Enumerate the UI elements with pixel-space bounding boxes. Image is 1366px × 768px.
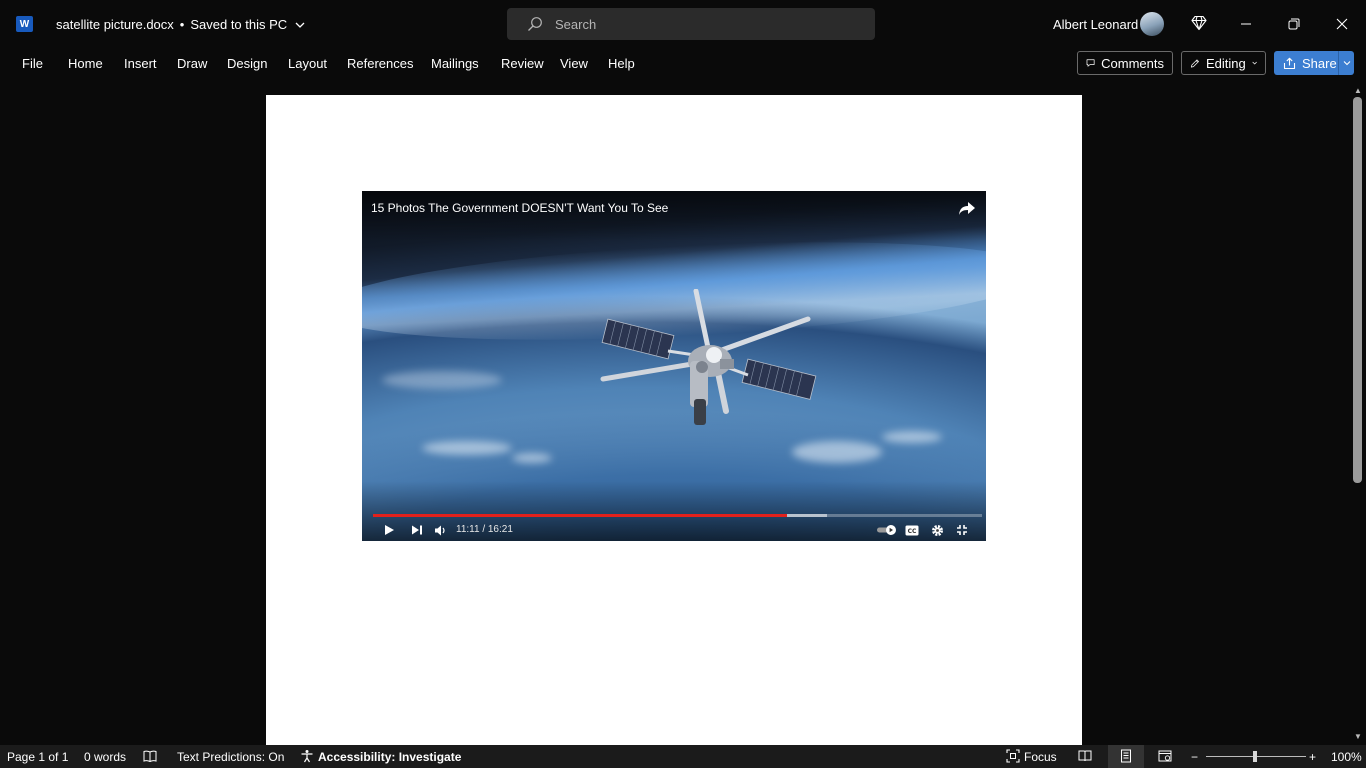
document-page[interactable]: 15 Photos The Government DOESN'T Want Yo… bbox=[266, 95, 1082, 745]
accessibility-status[interactable]: Accessibility: Investigate bbox=[318, 750, 461, 764]
tab-home[interactable]: Home bbox=[68, 56, 103, 71]
captions-icon: CC bbox=[905, 525, 919, 535]
avatar[interactable] bbox=[1140, 12, 1164, 36]
read-mode-icon[interactable] bbox=[1078, 749, 1092, 763]
scroll-down-icon[interactable]: ▼ bbox=[1354, 732, 1362, 741]
video-progress-bar[interactable] bbox=[373, 514, 982, 517]
pencil-icon bbox=[1190, 59, 1199, 68]
share-dropdown[interactable] bbox=[1338, 51, 1354, 75]
chevron-down-icon bbox=[1252, 61, 1257, 65]
share-label: Share bbox=[1302, 55, 1337, 71]
tab-mailings[interactable]: Mailings bbox=[431, 56, 479, 71]
video-played-bar bbox=[373, 514, 787, 517]
tab-references[interactable]: References bbox=[347, 56, 413, 71]
editing-mode-button[interactable]: Editing bbox=[1181, 51, 1266, 75]
cloud bbox=[792, 441, 882, 463]
minimize-icon bbox=[1241, 23, 1251, 25]
scroll-up-icon[interactable]: ▲ bbox=[1354, 86, 1362, 95]
video-top-shade bbox=[362, 191, 986, 241]
share-button[interactable]: Share bbox=[1274, 51, 1354, 75]
minimize-button[interactable] bbox=[1234, 12, 1258, 36]
zoom-level[interactable]: 100% bbox=[1331, 750, 1362, 764]
zoom-slider-thumb[interactable] bbox=[1253, 751, 1257, 762]
autoplay-toggle-icon bbox=[877, 525, 896, 535]
accessibility-icon[interactable] bbox=[300, 749, 314, 763]
chevron-down-icon bbox=[1343, 61, 1350, 66]
document-title[interactable]: satellite picture.docx • Saved to this P… bbox=[56, 17, 305, 32]
close-icon bbox=[1336, 18, 1348, 30]
cloud bbox=[382, 371, 502, 389]
editing-label: Editing bbox=[1205, 55, 1246, 71]
comments-label: Comments bbox=[1101, 55, 1164, 71]
settings-button[interactable] bbox=[929, 522, 945, 538]
video-title[interactable]: 15 Photos The Government DOESN'T Want Yo… bbox=[371, 201, 668, 215]
volume-button[interactable] bbox=[432, 522, 448, 538]
word-count[interactable]: 0 words bbox=[84, 750, 126, 764]
zoom-out-button[interactable]: − bbox=[1191, 750, 1198, 764]
exit-fullscreen-icon bbox=[957, 525, 967, 535]
tab-layout[interactable]: Layout bbox=[288, 56, 327, 71]
search-placeholder: Search bbox=[555, 16, 597, 32]
tab-help[interactable]: Help bbox=[608, 56, 635, 71]
page-info[interactable]: Page 1 of 1 bbox=[7, 750, 68, 764]
play-icon bbox=[385, 525, 394, 535]
tab-view[interactable]: View bbox=[560, 56, 588, 71]
captions-button[interactable]: CC bbox=[904, 522, 920, 538]
share-arrow-icon[interactable] bbox=[958, 199, 976, 217]
search-box[interactable]: Search bbox=[507, 8, 875, 40]
tab-insert[interactable]: Insert bbox=[124, 56, 157, 71]
comment-icon bbox=[1086, 59, 1095, 67]
svg-text:CC: CC bbox=[908, 528, 917, 535]
zoom-in-button[interactable]: + bbox=[1309, 750, 1316, 764]
search-icon bbox=[528, 17, 542, 31]
diamond-premium-icon[interactable] bbox=[1191, 15, 1207, 31]
cloud bbox=[512, 453, 552, 463]
gear-icon bbox=[931, 524, 943, 536]
autoplay-toggle[interactable] bbox=[876, 522, 898, 538]
tab-draw[interactable]: Draw bbox=[177, 56, 207, 71]
focus-icon[interactable] bbox=[1006, 749, 1020, 763]
tab-review[interactable]: Review bbox=[501, 56, 544, 71]
web-layout-icon[interactable] bbox=[1158, 749, 1172, 763]
video-time: 11:11 / 16:21 bbox=[456, 524, 513, 535]
tab-file[interactable]: File bbox=[22, 56, 43, 71]
play-button[interactable] bbox=[382, 522, 396, 538]
share-icon bbox=[1283, 57, 1296, 69]
next-button[interactable] bbox=[410, 522, 424, 538]
vertical-scrollbar[interactable]: ▲ ▼ bbox=[1350, 84, 1366, 745]
focus-mode-label[interactable]: Focus bbox=[1024, 750, 1057, 764]
cloud bbox=[422, 441, 512, 455]
title-separator: • bbox=[179, 17, 185, 32]
satellite-image bbox=[600, 289, 817, 425]
scroll-thumb[interactable] bbox=[1353, 97, 1362, 483]
tab-design[interactable]: Design bbox=[227, 56, 267, 71]
user-name[interactable]: Albert Leonard bbox=[1053, 17, 1138, 32]
restore-button[interactable] bbox=[1282, 12, 1306, 36]
comments-button[interactable]: Comments bbox=[1077, 51, 1173, 75]
embedded-video[interactable]: 15 Photos The Government DOESN'T Want Yo… bbox=[362, 191, 986, 541]
document-canvas: 15 Photos The Government DOESN'T Want Yo… bbox=[0, 84, 1350, 745]
chevron-down-icon bbox=[295, 22, 305, 28]
document-name: satellite picture.docx bbox=[56, 17, 174, 32]
title-bar: W satellite picture.docx • Saved to this… bbox=[0, 0, 1366, 48]
text-predictions-status[interactable]: Text Predictions: On bbox=[177, 750, 284, 764]
save-status: Saved to this PC bbox=[190, 17, 288, 32]
close-button[interactable] bbox=[1330, 12, 1354, 36]
volume-icon bbox=[434, 525, 445, 535]
skip-next-icon bbox=[412, 525, 422, 535]
status-bar: Page 1 of 1 0 words Text Predictions: On… bbox=[0, 745, 1366, 768]
word-logo-letter: W bbox=[19, 18, 30, 30]
proofing-book-icon[interactable] bbox=[143, 749, 157, 763]
print-layout-icon[interactable] bbox=[1119, 749, 1133, 763]
exit-fullscreen-button[interactable] bbox=[954, 522, 970, 538]
word-logo-icon: W bbox=[16, 16, 33, 32]
restore-icon bbox=[1288, 18, 1300, 30]
cloud bbox=[882, 431, 942, 443]
share-main[interactable]: Share bbox=[1274, 56, 1338, 71]
